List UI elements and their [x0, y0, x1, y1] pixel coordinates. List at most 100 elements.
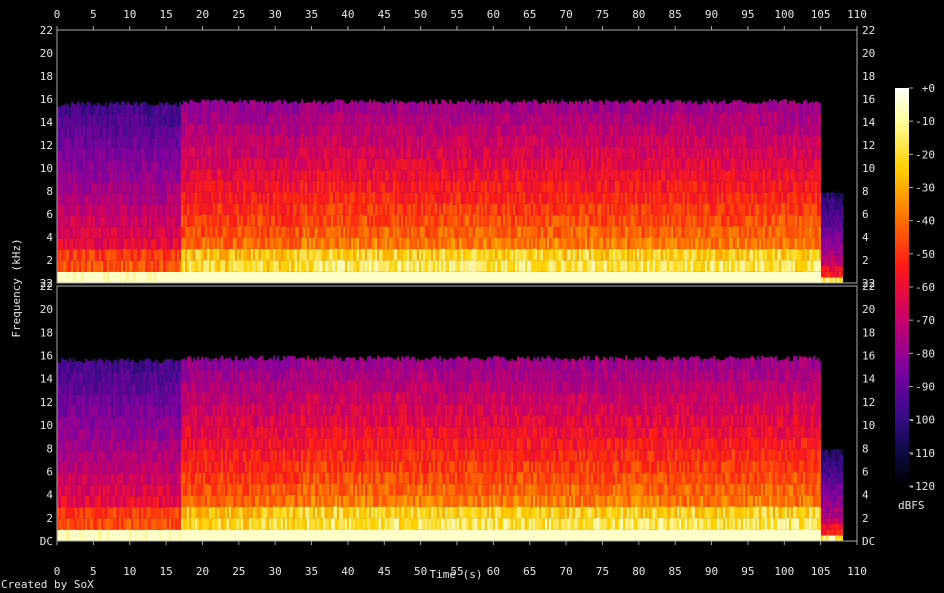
spectrum-cell [227, 203, 229, 214]
spectrum-cell [559, 215, 561, 226]
spectrum-cell [371, 114, 373, 125]
spectrum-cell [365, 170, 367, 181]
spectrum-cell [485, 123, 487, 134]
spectrum-cell [357, 193, 359, 204]
spectrum-cell [503, 169, 505, 180]
spectrum-cell [459, 226, 461, 237]
spectrum-cell [647, 260, 649, 271]
spectrum-cell [483, 115, 485, 126]
spectrum-cell [327, 249, 329, 260]
spectrum-cell [273, 192, 275, 203]
spectrum-cell [495, 227, 497, 238]
spectrum-cell [613, 226, 615, 237]
spectrum-cell [63, 183, 65, 194]
spectrum-cell [367, 215, 369, 226]
spectrum-cell [81, 238, 83, 249]
spectrum-cell [489, 124, 491, 135]
spectrum-cell [665, 226, 667, 237]
spectrum-cell [675, 169, 677, 180]
spectrum-cell [607, 272, 609, 283]
spectrum-cell [597, 147, 599, 158]
spectrum-cell [517, 101, 519, 112]
spectrum-cell [603, 171, 605, 182]
spectrum-cell [223, 135, 225, 146]
spectrum-cell [179, 260, 181, 271]
spectrum-cell [653, 227, 655, 238]
spectrum-cell [347, 272, 349, 283]
spectrum-cell [347, 216, 349, 227]
spectrum-cell [673, 101, 675, 112]
spectrum-cell [371, 182, 373, 193]
spectrum-cell [425, 169, 427, 180]
spectrum-cell [295, 203, 297, 214]
spectrum-cell [341, 226, 343, 237]
spectrum-cell [283, 157, 285, 168]
spectrum-cell [219, 180, 221, 191]
spectrum-cell [87, 226, 89, 237]
spectrum-cell [305, 114, 307, 125]
spectrum-cell [479, 182, 481, 193]
spectrum-cell [439, 171, 441, 182]
spectrum-cell [301, 191, 303, 202]
spectrum-cell [407, 102, 409, 113]
spectrum-cell [153, 216, 155, 227]
spectrum-cell [277, 260, 279, 271]
spectrum-cell [271, 137, 273, 148]
spectrum-cell [461, 102, 463, 113]
spectrum-cell [147, 205, 149, 216]
spectrum-cell [439, 227, 441, 238]
spectrum-cell [251, 192, 253, 203]
spectrum-cell [239, 249, 241, 260]
spectrum-cell [75, 250, 77, 261]
spectrum-cell [595, 136, 597, 147]
spectrum-cell [211, 192, 213, 203]
spectrum-cell [109, 272, 111, 283]
spectrum-cell [575, 146, 577, 157]
spectrum-cell [197, 125, 199, 136]
spectrum-cell [189, 180, 191, 191]
spectrum-cell [85, 161, 87, 172]
spectrum-cell [443, 180, 445, 191]
spectrum-cell [237, 226, 239, 237]
spectrum-cell [555, 237, 557, 248]
spectrum-cell [179, 159, 181, 170]
spectrum-cell [445, 147, 447, 158]
spectrum-cell [289, 125, 291, 136]
spectrum-cell [461, 260, 463, 271]
spectrum-cell [147, 149, 149, 160]
spectrum-cell [527, 135, 529, 146]
spectrum-cell [377, 272, 379, 283]
spectrum-cell [231, 272, 233, 283]
spectrum-cell [295, 101, 297, 112]
spectrum-cell [657, 226, 659, 237]
spectrum-cell [79, 183, 81, 194]
spectrum-cell [559, 136, 561, 147]
spectrum-cell [209, 203, 211, 214]
spectrum-cell [149, 238, 151, 249]
spectrum-cell [427, 138, 429, 149]
spectrum-cell [127, 260, 129, 271]
spectrum-cell [553, 204, 555, 215]
spectrum-cell [523, 191, 525, 202]
spectrum-cell [203, 180, 205, 191]
spectrum-cell [61, 217, 63, 228]
spectrum-cell [267, 170, 269, 181]
spectrum-cell [657, 100, 659, 111]
spectrum-cell [491, 138, 493, 149]
spectrum-cell [175, 249, 177, 260]
spectrum-cell [291, 272, 293, 283]
spectrum-cell [629, 203, 631, 214]
spectrum-cell [63, 238, 65, 249]
spectrum-cell [411, 272, 413, 283]
spectrum-cell [135, 102, 137, 113]
spectrum-cell [389, 260, 391, 271]
spectrum-cell [633, 115, 635, 126]
spectrum-cell [569, 226, 571, 237]
spectrum-cell [185, 147, 187, 158]
spectrum-cell [479, 272, 481, 283]
spectrum-cell [125, 171, 127, 182]
spectrum-cell [325, 101, 327, 112]
spectrum-cell [647, 158, 649, 169]
spectrum-cell [393, 261, 395, 272]
spectrum-cell [425, 215, 427, 226]
